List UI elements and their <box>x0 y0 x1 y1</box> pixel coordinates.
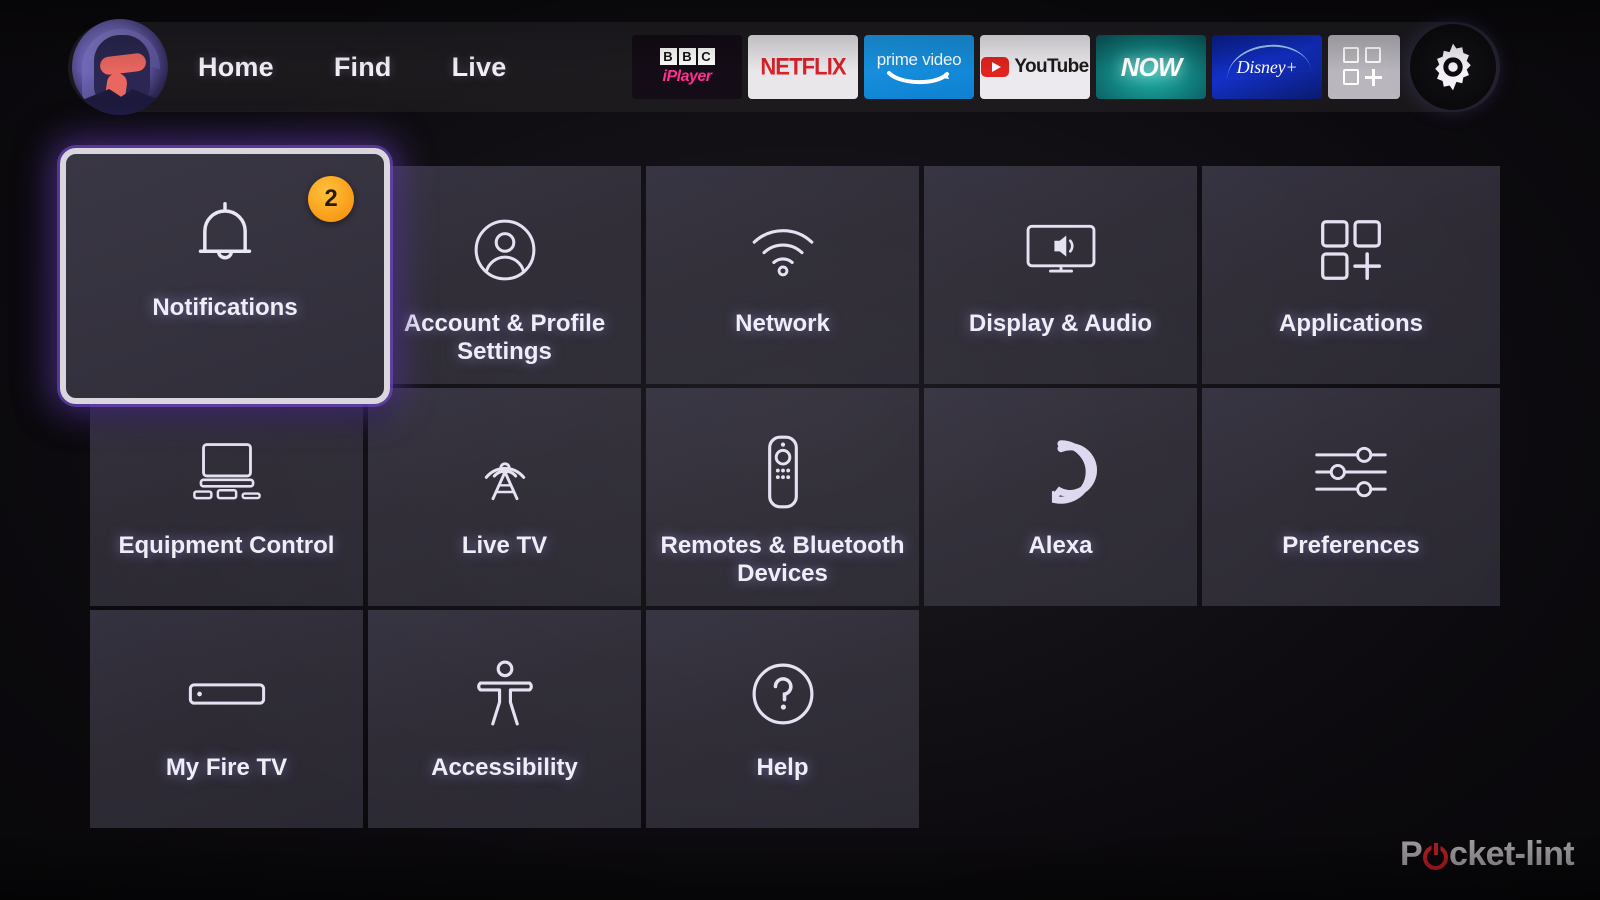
tile-label-display-audio: Display & Audio <box>968 310 1153 337</box>
apps-grid-icon <box>1320 214 1382 286</box>
tile-label-network: Network <box>735 310 830 337</box>
bell-icon <box>190 198 260 270</box>
nav-links: Home Find Live <box>198 22 506 112</box>
bbc-letter-3: C <box>697 48 715 65</box>
tile-label-applications: Applications <box>1278 310 1423 337</box>
tile-label-my-fire-tv: My Fire TV <box>165 754 288 781</box>
settings-tile-live-tv[interactable]: Live TV <box>368 388 641 606</box>
settings-tile-remotes-bluetooth-devices[interactable]: Remotes & Bluetooth Devices <box>646 388 919 606</box>
settings-tile-account-profile-settings[interactable]: Account & Profile Settings <box>368 166 641 384</box>
tile-label-live-tv: Live TV <box>461 532 548 559</box>
pocket-lint-watermark: P cket-lint <box>1399 835 1575 874</box>
settings-tile-alexa[interactable]: Alexa <box>924 388 1197 606</box>
fire-tv-settings-screen: Home Find Live B B C iPlayer NETFLIX pri… <box>0 0 1600 900</box>
youtube-play-icon <box>981 57 1010 77</box>
fire-tv-stick-icon <box>187 658 267 730</box>
watermark-post: cket-lint <box>1449 835 1575 873</box>
gear-icon <box>1435 43 1471 91</box>
tile-label-equipment-control: Equipment Control <box>118 532 335 559</box>
amazon-smile-icon <box>887 70 949 84</box>
watermark-pre: P <box>1399 835 1423 873</box>
alexa-ring-icon <box>1028 436 1097 508</box>
nav-item-live[interactable]: Live <box>452 52 507 83</box>
question-circle-icon <box>750 658 816 730</box>
broadcast-tower-icon <box>473 436 537 508</box>
top-navigation-bar: Home Find Live B B C iPlayer NETFLIX pri… <box>68 19 1500 115</box>
tile-label-alexa: Alexa <box>1028 532 1093 559</box>
tile-label-notifications: Notifications <box>152 294 298 321</box>
user-circle-icon <box>472 214 538 286</box>
nav-item-home[interactable]: Home <box>198 52 274 83</box>
monitor-devices-icon <box>189 436 265 508</box>
tile-label-remotes-bluetooth-devices: Remotes & Bluetooth Devices <box>660 532 905 588</box>
settings-tile-notifications[interactable]: 2 Notifications <box>60 148 390 404</box>
tv-speaker-icon <box>1024 214 1098 286</box>
sliders-icon <box>1314 436 1388 508</box>
tile-label-accessibility: Accessibility <box>431 754 578 781</box>
now-wordmark: NOW <box>1120 51 1183 82</box>
app-shortcut-bbc-iplayer[interactable]: B B C iPlayer <box>632 35 742 99</box>
tile-label-help: Help <box>756 754 809 781</box>
app-shortcut-youtube[interactable]: YouTube <box>980 35 1090 99</box>
tile-label-account-profile-settings: Account & Profile Settings <box>403 310 606 366</box>
app-shortcuts-row: B B C iPlayer NETFLIX prime video YouTub… <box>632 22 1496 112</box>
app-shortcut-apps-grid[interactable] <box>1328 35 1400 99</box>
settings-tile-my-fire-tv[interactable]: My Fire TV <box>90 610 363 828</box>
notifications-badge: 2 <box>308 176 354 222</box>
settings-tile-network[interactable]: Network <box>646 166 919 384</box>
app-shortcut-netflix[interactable]: NETFLIX <box>748 35 858 99</box>
settings-tile-equipment-control[interactable]: Equipment Control <box>90 388 363 606</box>
disney-arc-icon <box>1224 40 1312 80</box>
app-shortcut-now[interactable]: NOW <box>1096 35 1206 99</box>
wifi-icon <box>749 214 817 286</box>
settings-tile-accessibility[interactable]: Accessibility <box>368 610 641 828</box>
app-shortcut-prime-video[interactable]: prime video <box>864 35 974 99</box>
settings-tile-help[interactable]: Help <box>646 610 919 828</box>
tile-label-preferences: Preferences <box>1282 532 1420 559</box>
remote-control-icon <box>763 435 803 509</box>
apps-grid-icon <box>1343 47 1385 87</box>
bbc-logo-boxes: B B C <box>659 48 715 65</box>
user-avatar[interactable] <box>72 19 168 115</box>
youtube-wordmark: YouTube <box>1014 56 1089 77</box>
settings-gear-button[interactable] <box>1410 24 1496 110</box>
prime-video-wordmark: prime video <box>876 49 962 69</box>
bbc-letter-2: B <box>678 48 696 65</box>
app-shortcut-disney-plus[interactable]: Disney+ <box>1212 35 1322 99</box>
settings-tile-display-audio[interactable]: Display & Audio <box>924 166 1197 384</box>
accessibility-person-icon <box>475 658 535 730</box>
power-symbol-icon <box>1423 845 1449 870</box>
netflix-wordmark: NETFLIX <box>760 52 846 80</box>
watermark-text: P cket-lint <box>1399 835 1575 874</box>
settings-tile-applications[interactable]: Applications <box>1202 166 1500 384</box>
iplayer-wordmark: iPlayer <box>662 68 712 85</box>
settings-tile-preferences[interactable]: Preferences <box>1202 388 1500 606</box>
nav-item-find[interactable]: Find <box>334 52 392 83</box>
bbc-letter-1: B <box>659 48 677 65</box>
